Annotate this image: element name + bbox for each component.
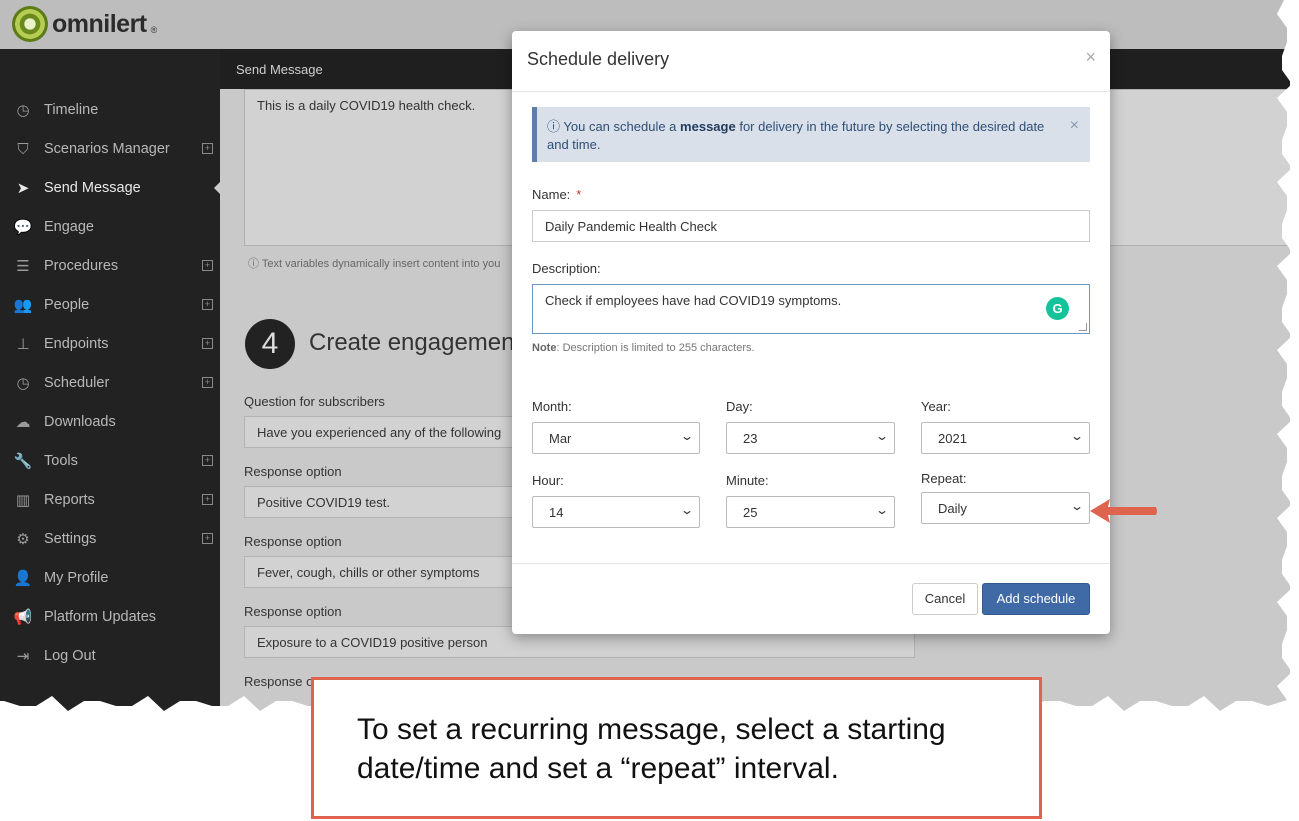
callout-box: To set a recurring message, select a sta… <box>311 677 1042 819</box>
arrow-shape <box>1090 499 1157 523</box>
callout-arrow-icon <box>1090 499 1157 523</box>
torn-edge <box>0 0 1290 712</box>
screenshot-frame: omnilert ® Send Message ◷ Timeline ⛉ Scenar… <box>0 0 1290 712</box>
callout-text: To set a recurring message, select a sta… <box>357 713 946 785</box>
torn-edge-overlay <box>0 0 1290 712</box>
